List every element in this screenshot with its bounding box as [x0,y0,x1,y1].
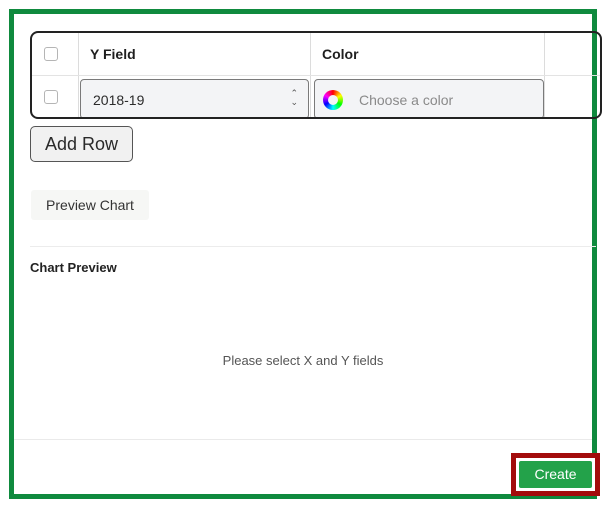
column-divider [544,33,545,117]
footer-divider [14,439,592,440]
add-row-button[interactable]: Add Row [30,126,133,162]
color-wheel-icon [323,90,343,110]
create-button[interactable]: Create [519,461,592,488]
y-field-select[interactable]: 2018-19 ⌃ ⌄ [80,79,309,117]
chart-preview-heading: Chart Preview [30,260,117,275]
header-y-field: Y Field [90,46,136,62]
modal-frame: Y Field Color 2018-19 ⌃ ⌄ Choose a color … [9,9,602,499]
header-color: Color [322,46,359,62]
column-divider [310,33,311,117]
color-picker[interactable]: Choose a color [314,79,544,117]
header-divider [32,75,600,76]
select-all-checkbox[interactable] [44,47,58,61]
series-table: Y Field Color 2018-19 ⌃ ⌄ Choose a color [30,31,602,119]
row-checkbox[interactable] [44,90,58,104]
column-divider [78,33,79,117]
section-divider [30,246,596,247]
select-arrows-icon: ⌃ ⌄ [290,88,298,107]
create-button-highlight: Create [511,453,600,496]
preview-chart-button[interactable]: Preview Chart [31,190,149,220]
y-field-selected-value: 2018-19 [93,92,145,108]
color-placeholder: Choose a color [359,92,454,108]
chart-preview-empty-message: Please select X and Y fields [222,353,384,368]
